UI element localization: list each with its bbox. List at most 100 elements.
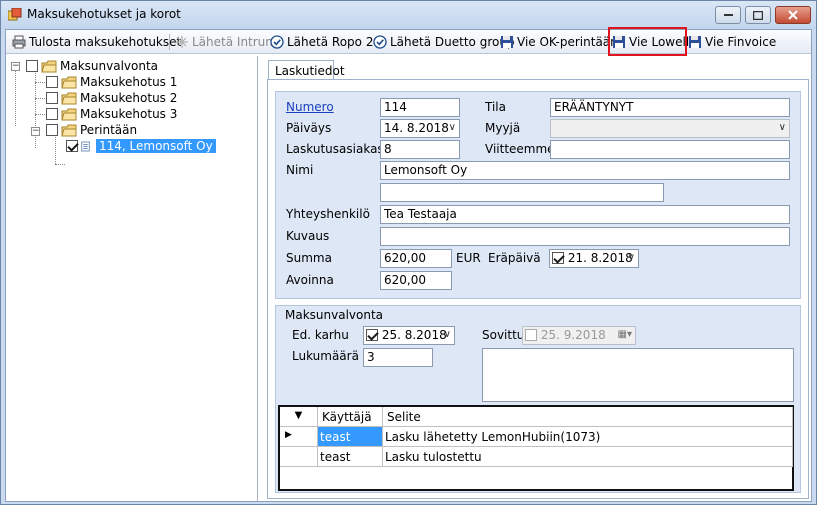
chevron-down-icon[interactable]: ∨: [779, 122, 786, 133]
ed-karhu-value: 25. 8.2018: [381, 328, 447, 342]
nimi-label: Nimi: [286, 163, 314, 177]
row-indicator-icon[interactable]: ▶: [280, 427, 318, 447]
tree-line: [15, 68, 16, 126]
tree-node-reminder-1[interactable]: Maksukehotus 1: [46, 74, 177, 90]
tree-collapse-toggle[interactable]: −: [31, 127, 40, 136]
tree-line: [35, 98, 45, 99]
erapaiva-date-picker[interactable]: 21. 8.2018 ∨: [549, 249, 639, 268]
tree-checkbox[interactable]: [46, 76, 58, 88]
currency-label: EUR: [456, 251, 481, 265]
tree-checkbox[interactable]: [46, 124, 58, 136]
tree-collapse-toggle[interactable]: −: [11, 62, 20, 71]
toolbar-separator: [169, 34, 170, 50]
paivays-date-picker[interactable]: 14. 8.2018 ∨: [380, 119, 460, 138]
export-ok-label: Vie OK-perintään: [517, 35, 618, 49]
laskutusasiakas-field[interactable]: 8: [380, 140, 460, 159]
viitteemme-label: Viitteemme: [485, 142, 555, 156]
tree-line: [35, 82, 45, 83]
myyja-label: Myyjä: [485, 121, 521, 135]
kuvaus-label: Kuvaus: [286, 229, 330, 243]
yhteyshenkilo-label: Yhteyshenkilö: [286, 207, 370, 221]
sovittu-date-picker[interactable]: 25. 9.2018 ▦▾: [522, 326, 636, 345]
folder-icon: [61, 108, 77, 120]
send-duetto-label: Lähetä Duetto group: [390, 35, 515, 49]
tree-checkbox[interactable]: [46, 92, 58, 104]
tree-node-root[interactable]: Maksunvalvonta: [26, 58, 158, 74]
grid-cell-user[interactable]: teast: [318, 447, 383, 467]
numero-link[interactable]: Numero: [286, 100, 334, 114]
tree-checkbox-checked[interactable]: [66, 140, 78, 152]
ed-karhu-date-picker[interactable]: 25. 8.2018 ∨: [363, 326, 455, 345]
erapaiva-label: Eräpäivä: [488, 251, 541, 265]
tab-invoice-details[interactable]: Laskutiedot: [268, 60, 345, 80]
nimi-field[interactable]: Lemonsoft Oy: [380, 161, 790, 180]
main-window: Maksukehotukset ja korot Tulosta maksuke…: [0, 0, 817, 505]
summa-label: Summa: [286, 251, 332, 265]
tila-field[interactable]: ERÄÄNTYNYT: [550, 98, 790, 117]
grid-cell-user[interactable]: teast: [318, 427, 383, 447]
avoinna-field[interactable]: 620,00: [380, 271, 452, 290]
myyja-select[interactable]: ∨: [550, 119, 790, 138]
tree-root-label: Maksunvalvonta: [60, 59, 159, 73]
grid-header-text[interactable]: Selite: [383, 407, 793, 427]
log-grid[interactable]: ▼ Käyttäjä Selite ▶ teast Lasku lähetett…: [278, 405, 794, 491]
tree-checkbox[interactable]: [26, 60, 38, 72]
grid-cell-text[interactable]: Lasku lähetetty LemonHubiin(1073): [383, 427, 793, 447]
title-bar[interactable]: Maksukehotukset ja korot: [1, 1, 816, 29]
tree-node-reminder-3[interactable]: Maksukehotus 3: [46, 106, 177, 122]
tree-checkbox[interactable]: [46, 108, 58, 120]
lukumaara-label: Lukumäärä: [292, 349, 359, 363]
notes-textarea[interactable]: [482, 348, 794, 402]
send-intrum-button[interactable]: Lähetä Intrum: [175, 33, 277, 51]
tree-node-label: Perintään: [80, 123, 138, 137]
ed-karhu-label: Ed. karhu: [292, 328, 349, 342]
lukumaara-field[interactable]: 3: [363, 348, 433, 367]
yhteyshenkilo-field[interactable]: Tea Testaaja: [380, 205, 790, 224]
check-circle-icon: [373, 35, 387, 49]
tree-node-collection[interactable]: Perintään: [46, 122, 137, 138]
tree-line: [35, 114, 45, 115]
collection-group: Maksunvalvonta Ed. karhu 25. 8.2018 ∨ So…: [275, 305, 801, 493]
tree-view[interactable]: − Maksunvalvonta Maksukehotus 1 Maksukeh…: [6, 56, 258, 501]
send-duetto-button[interactable]: Lähetä Duetto group: [373, 33, 515, 51]
grid-cell-text[interactable]: Lasku tulostettu: [383, 447, 793, 467]
chevron-down-icon[interactable]: ∨: [444, 329, 451, 340]
nimi2-field[interactable]: [380, 183, 664, 202]
sovittu-checkbox[interactable]: [525, 329, 537, 341]
window-title: Maksukehotukset ja korot: [27, 7, 181, 21]
folder-icon: [61, 124, 77, 136]
send-ropo24-button[interactable]: Lähetä Ropo 24: [270, 33, 381, 51]
tree-line: [55, 134, 56, 164]
viitteemme-field[interactable]: [550, 140, 790, 159]
chevron-down-icon[interactable]: ∨: [449, 122, 456, 133]
chevron-down-icon[interactable]: ∨: [628, 252, 635, 263]
export-finvoice-button[interactable]: Vie Finvoice: [688, 33, 776, 51]
tab-page: Numero 114 Tila ERÄÄNTYNYT Päiväys 14. 8…: [267, 79, 809, 499]
grid-header-user[interactable]: Käyttäjä: [318, 407, 383, 427]
printer-icon: [12, 35, 26, 49]
close-button[interactable]: [775, 6, 811, 24]
maximize-button[interactable]: [745, 6, 771, 24]
kuvaus-field[interactable]: [380, 227, 790, 246]
tree-node-reminder-2[interactable]: Maksukehotus 2: [46, 90, 177, 106]
tila-label: Tila: [485, 100, 506, 114]
tree-node-label: Maksukehotus 1: [80, 75, 178, 89]
client-area: Tulosta maksukehotukset Lähetä Intrum Lä…: [5, 27, 812, 502]
tree-node-label: Maksukehotus 2: [80, 91, 178, 105]
minimize-button[interactable]: [715, 6, 741, 24]
floppy-disk-icon: [689, 36, 701, 48]
toolbar: Tulosta maksukehotukset Lähetä Intrum Lä…: [6, 27, 811, 56]
summa-field[interactable]: 620,00: [380, 249, 452, 268]
tree-line: [55, 164, 65, 165]
print-reminders-button[interactable]: Tulosta maksukehotukset: [12, 33, 181, 51]
row-indicator[interactable]: [280, 447, 318, 467]
tree-node-invoice[interactable]: 114, Lemonsoft Oy: [66, 138, 216, 154]
document-icon: [81, 141, 90, 151]
grid-filter-header[interactable]: ▼: [280, 407, 318, 427]
ed-karhu-checkbox[interactable]: [366, 329, 378, 341]
avoinna-label: Avoinna: [286, 273, 334, 287]
export-ok-button[interactable]: Vie OK-perintään: [500, 33, 618, 51]
calendar-dropdown-icon[interactable]: ▦▾: [618, 329, 632, 340]
erapaiva-checkbox[interactable]: [552, 252, 564, 264]
numero-field[interactable]: 114: [380, 98, 460, 117]
